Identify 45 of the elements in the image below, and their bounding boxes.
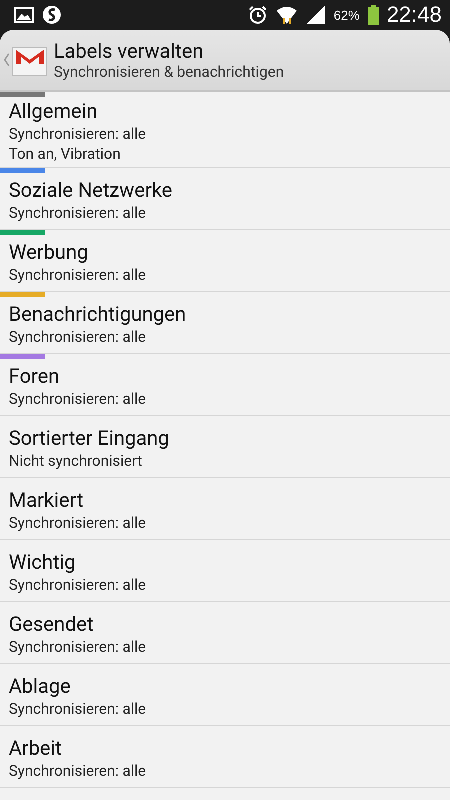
- label-row[interactable]: Gesendet Synchronisieren: alle: [0, 602, 450, 664]
- label-setting: Synchronisieren: alle: [9, 327, 148, 347]
- label-name: Foren: [9, 363, 60, 389]
- wifi-icon: [276, 5, 298, 25]
- label-row[interactable]: Allgemein Synchronisieren: alle Ton an, Vibration: [0, 92, 450, 168]
- label-name: Ablage: [9, 673, 72, 699]
- label-setting: Nicht synchronisiert: [9, 451, 144, 471]
- label-setting: Synchronisieren: alle: [9, 575, 148, 595]
- signal-icon: [306, 6, 326, 24]
- label-setting: Synchronisieren: alle: [9, 124, 148, 144]
- label-row[interactable]: Sortierter Eingang Nicht synchronisiert: [0, 416, 450, 478]
- clock: 22:48: [386, 2, 442, 28]
- label-row[interactable]: Benachrichtigungen Synchronisieren: alle: [0, 292, 450, 354]
- label-name: Soziale Netzwerke: [9, 177, 174, 203]
- s-logo-icon: [42, 5, 62, 25]
- label-setting: Synchronisieren: alle: [9, 699, 148, 719]
- label-row[interactable]: Arbeit Synchronisieren: alle: [0, 726, 450, 788]
- label-name: Markiert: [9, 487, 85, 513]
- label-row[interactable]: Werbung Synchronisieren: alle: [0, 230, 450, 292]
- label-row[interactable]: Soziale Netzwerke Synchronisieren: alle: [0, 168, 450, 230]
- label-row[interactable]: Foren Synchronisieren: alle: [0, 354, 450, 416]
- alarm-icon: [248, 5, 268, 25]
- image-icon: [14, 7, 34, 23]
- label-setting: Synchronisieren: alle: [9, 637, 148, 657]
- label-name: Wichtig: [9, 549, 77, 575]
- label-setting: Synchronisieren: alle: [9, 513, 148, 533]
- battery-percentage: 62%: [334, 8, 360, 22]
- label-setting: Synchronisieren: alle: [9, 389, 148, 409]
- label-name: Allgemein: [9, 98, 99, 124]
- screen-title: Labels verwalten: [54, 39, 205, 63]
- label-setting: Synchronisieren: alle: [9, 761, 148, 781]
- label-row[interactable]: Wichtig Synchronisieren: alle: [0, 540, 450, 602]
- label-name: Benachrichtigungen: [9, 301, 188, 327]
- back-caret-icon: [4, 53, 10, 67]
- label-setting: Synchronisieren: alle: [9, 203, 148, 223]
- label-name: Arbeit: [9, 735, 64, 761]
- label-row[interactable]: Ablage Synchronisieren: alle: [0, 664, 450, 726]
- label-name: Sortierter Eingang: [9, 425, 170, 451]
- label-setting: Ton an, Vibration: [9, 144, 122, 164]
- label-name: Gesendet: [9, 611, 95, 637]
- label-setting: Synchronisieren: alle: [9, 265, 148, 285]
- label-name: Werbung: [9, 239, 90, 265]
- label-row[interactable]: Markiert Synchronisieren: alle: [0, 478, 450, 540]
- battery-icon: [368, 5, 379, 25]
- screen-subtitle: Synchronisieren & benachrichtigen: [54, 63, 284, 81]
